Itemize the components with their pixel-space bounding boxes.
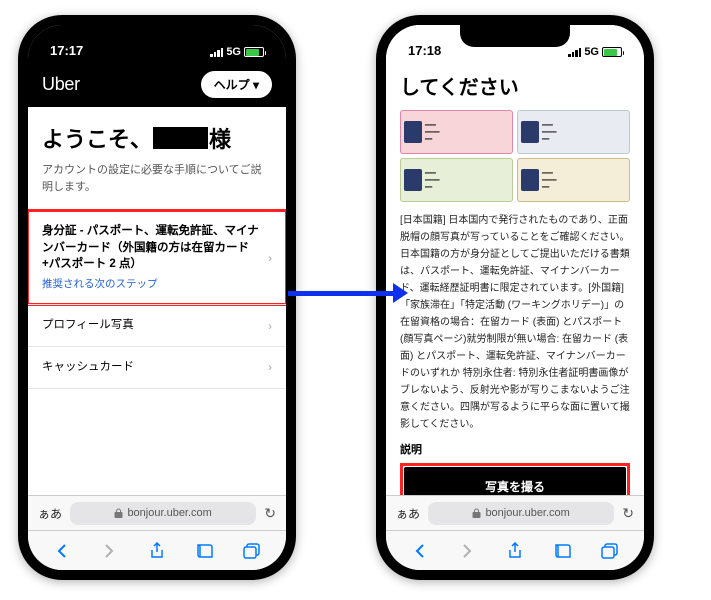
battery-icon	[602, 47, 622, 57]
tabs-icon[interactable]	[600, 541, 620, 561]
tabs-icon[interactable]	[242, 541, 262, 561]
uber-header: Uber ヘルプ ▾	[28, 61, 286, 107]
step-list: 身分証 - パスポート、運転免許証、マイナンバーカード（外国籍の方は在留カード+…	[28, 210, 286, 389]
status-time: 17:18	[408, 43, 441, 58]
take-photo-button[interactable]: 写真を撮る	[404, 467, 626, 495]
explanation-label: 説明	[400, 441, 630, 457]
help-button[interactable]: ヘルプ ▾	[201, 71, 272, 98]
battery-icon	[244, 47, 264, 57]
page-title: してください	[400, 71, 630, 100]
safari-toolbar	[28, 530, 286, 570]
notch	[460, 25, 570, 47]
safari-toolbar	[386, 530, 644, 570]
bookmarks-icon[interactable]	[195, 541, 215, 561]
page-title: ようこそ、様	[42, 122, 272, 154]
sample-license: ━━━━━━━━━	[517, 110, 630, 154]
page-subtitle: アカウントの設定に必要な手順についてご説明します。	[42, 162, 272, 195]
status-time: 17:17	[50, 43, 83, 58]
uber-logo: Uber	[42, 74, 80, 95]
bookmarks-icon[interactable]	[553, 541, 573, 561]
back-icon[interactable]	[410, 541, 430, 561]
network-label: 5G	[584, 46, 599, 58]
instructions: [日本国籍] 日本国内で発行されたものであり、正面脱帽の顔写真が写っていることを…	[400, 212, 630, 433]
notch	[102, 25, 212, 47]
chevron-right-icon: ›	[268, 319, 272, 333]
forward-icon[interactable]	[457, 541, 477, 561]
step-title: 身分証 - パスポート、運転免許証、マイナンバーカード（外国籍の方は在留カード+…	[42, 223, 262, 273]
step-cash-card[interactable]: キャッシュカード ›	[28, 346, 286, 389]
step-recommended: 推奨される次のステップ	[42, 277, 262, 292]
flow-arrow	[288, 288, 408, 298]
step-profile-photo[interactable]: プロフィール写真 ›	[28, 304, 286, 346]
redacted-name	[153, 127, 208, 149]
signal-icon	[210, 48, 223, 57]
url-field[interactable]: bonjour.uber.com	[70, 502, 256, 525]
lock-icon	[472, 508, 481, 518]
safari-address-bar[interactable]: ぁあ bonjour.uber.com ↻	[386, 495, 644, 530]
lock-icon	[114, 508, 123, 518]
signal-icon	[568, 48, 581, 57]
url-field[interactable]: bonjour.uber.com	[428, 502, 614, 525]
sample-mynumber: ━━━━━━━━━	[517, 158, 630, 202]
chevron-right-icon: ›	[268, 360, 272, 374]
safari-address-bar[interactable]: ぁあ bonjour.uber.com ↻	[28, 495, 286, 530]
refresh-icon[interactable]: ↻	[622, 505, 634, 522]
share-icon[interactable]	[505, 541, 525, 561]
share-icon[interactable]	[147, 541, 167, 561]
phone-left: 17:17 5G Uber ヘルプ ▾ ようこそ、様 アカウントの設定に必要な手…	[18, 15, 296, 580]
sample-residence: ━━━━━━━━━	[400, 158, 513, 202]
back-icon[interactable]	[52, 541, 72, 561]
sample-passport: ━━━━━━━━━	[400, 110, 513, 154]
text-size-icon[interactable]: ぁあ	[396, 505, 420, 522]
id-samples: ━━━━━━━━━ ━━━━━━━━━ ━━━━━━━━━ ━━━━━━━━━	[400, 110, 630, 202]
text-size-icon[interactable]: ぁあ	[38, 505, 62, 522]
step-id-docs[interactable]: 身分証 - パスポート、運転免許証、マイナンバーカード（外国籍の方は在留カード+…	[28, 210, 286, 304]
refresh-icon[interactable]: ↻	[264, 505, 276, 522]
chevron-right-icon: ›	[268, 251, 272, 265]
capture-wrapper: 写真を撮る	[400, 463, 630, 495]
forward-icon[interactable]	[99, 541, 119, 561]
phone-right: 17:18 5G してください ━━━━━━━━━ ━━━━━━━━━ ━━━━…	[376, 15, 654, 580]
network-label: 5G	[226, 46, 241, 58]
